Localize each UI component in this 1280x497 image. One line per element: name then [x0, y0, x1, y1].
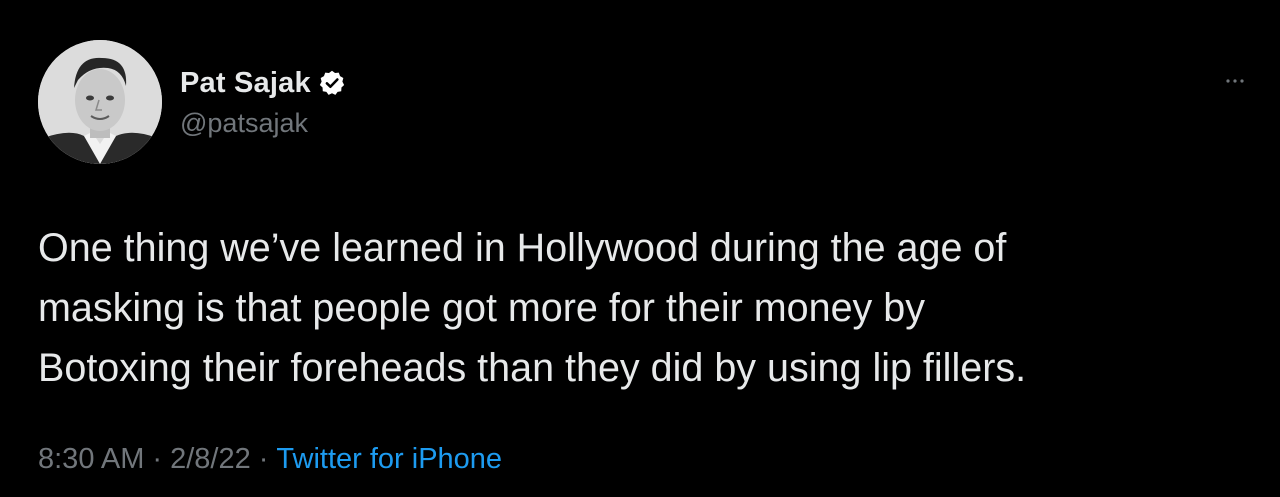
separator-dot: · — [152, 443, 163, 475]
tweet-text: One thing we’ve learned in Hollywood dur… — [38, 226, 1027, 390]
tweet-time[interactable]: 8:30 AM — [38, 443, 144, 475]
tweet-source-link[interactable]: Twitter for iPhone — [276, 443, 502, 475]
tweet-card: Pat Sajak @patsajak One thing we’ve lear… — [0, 0, 1280, 497]
verified-badge-icon — [318, 69, 346, 97]
author-info: Pat Sajak @patsajak — [180, 64, 346, 139]
tweet-metadata: 8:30 AM · 2/8/22 · Twitter for iPhone — [38, 443, 502, 476]
more-horizontal-icon[interactable] — [1222, 68, 1248, 94]
user-portrait-avatar — [38, 40, 162, 164]
avatar[interactable] — [38, 40, 162, 164]
separator-dot: · — [258, 443, 269, 475]
name-row: Pat Sajak — [180, 64, 346, 102]
tweet-date[interactable]: 2/8/22 — [170, 443, 251, 475]
user-handle[interactable]: @patsajak — [180, 108, 346, 139]
display-name[interactable]: Pat Sajak — [180, 67, 311, 100]
